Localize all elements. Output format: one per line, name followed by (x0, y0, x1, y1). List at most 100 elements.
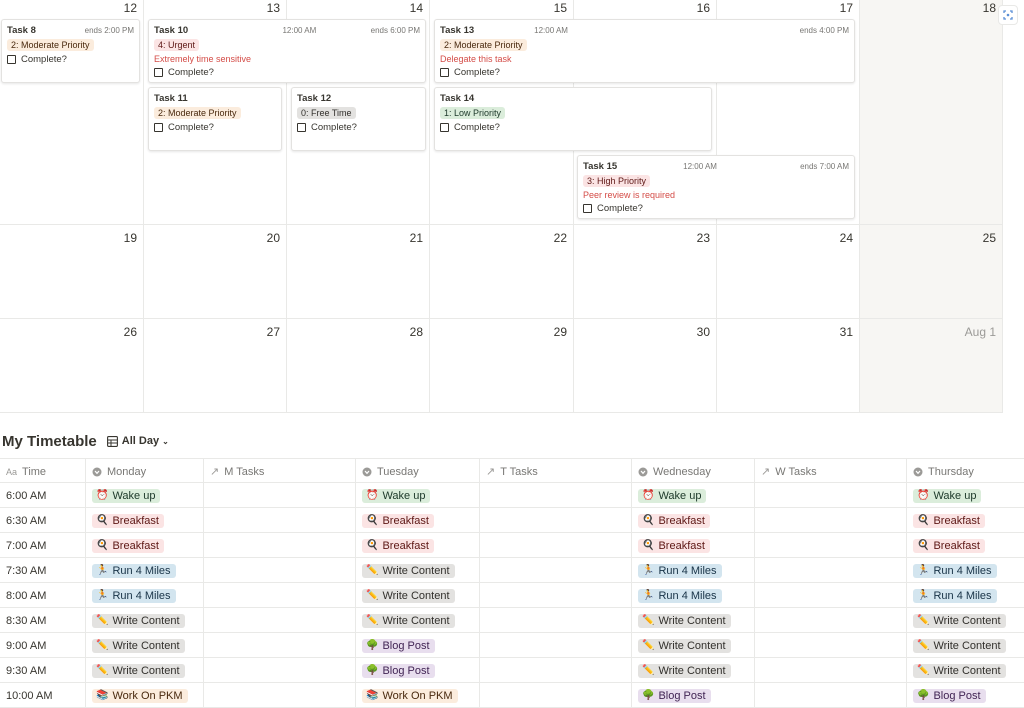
complete-checkbox[interactable] (297, 123, 306, 132)
ttask-cell[interactable] (480, 483, 632, 508)
wtask-cell[interactable] (755, 608, 907, 633)
time-cell[interactable]: 9:30 AM (0, 658, 86, 683)
wed-cell[interactable]: 🍳 Breakfast (632, 533, 755, 558)
tue-cell[interactable]: ✏️ Write Content (356, 558, 480, 583)
thu-cell[interactable]: ✏️ Write Content (907, 608, 1024, 633)
wtask-cell[interactable] (755, 583, 907, 608)
tue-cell[interactable]: ✏️ Write Content (356, 608, 480, 633)
wed-cell[interactable]: 🌳 Blog Post (632, 683, 755, 708)
tue-cell[interactable]: ⏰ Wake up (356, 483, 480, 508)
column-header-t-tasks[interactable]: ↗ T Tasks (480, 459, 632, 484)
table-row[interactable]: 8:30 AM ✏️ Write Content ✏️ Write Content ✏️ W… (0, 608, 1024, 633)
column-header-time[interactable]: Aa Time (0, 459, 86, 484)
mtask-cell[interactable] (204, 683, 356, 708)
complete-checkbox[interactable] (440, 68, 449, 77)
time-cell[interactable]: 6:00 AM (0, 483, 86, 508)
mon-cell[interactable]: ✏️ Write Content (86, 658, 204, 683)
day-cell-27[interactable]: 27 (144, 319, 287, 413)
tue-cell[interactable]: ✏️ Write Content (356, 583, 480, 608)
column-header-m-tasks[interactable]: ↗ M Tasks (204, 459, 356, 484)
ttask-cell[interactable] (480, 508, 632, 533)
day-cell-30[interactable]: 30 (574, 319, 717, 413)
mon-cell[interactable]: ✏️ Write Content (86, 633, 204, 658)
column-header-wednesday[interactable]: Wednesday (632, 459, 755, 484)
ttask-cell[interactable] (480, 683, 632, 708)
wtask-cell[interactable] (755, 508, 907, 533)
table-row[interactable]: 10:00 AM 📚 Work On PKM 📚 Work On PKM 🌳 Blog Po… (0, 683, 1024, 708)
mon-cell[interactable]: 🍳 Breakfast (86, 508, 204, 533)
table-row[interactable]: 8:00 AM 🏃 Run 4 Miles ✏️ Write Content 🏃 Run 4… (0, 583, 1024, 608)
task-card-10[interactable]: Task 10 12:00 AM ends 6:00 PM 4: Urgent Ex… (148, 19, 426, 83)
wtask-cell[interactable] (755, 533, 907, 558)
thu-cell[interactable]: 🌳 Blog Post (907, 683, 1024, 708)
mtask-cell[interactable] (204, 633, 356, 658)
task-card-8[interactable]: Task 8 ends 2:00 PM 2: Moderate Priority … (1, 19, 140, 83)
mon-cell[interactable]: 📚 Work On PKM (86, 683, 204, 708)
mon-cell[interactable]: ⏰ Wake up (86, 483, 204, 508)
tue-cell[interactable]: 🍳 Breakfast (356, 508, 480, 533)
mon-cell[interactable]: 🍳 Breakfast (86, 533, 204, 558)
mtask-cell[interactable] (204, 483, 356, 508)
ttask-cell[interactable] (480, 533, 632, 558)
tue-cell[interactable]: 🌳 Blog Post (356, 633, 480, 658)
complete-checkbox[interactable] (583, 204, 592, 213)
day-cell-22[interactable]: 22 (430, 225, 574, 319)
task-card-11[interactable]: Task 11 2: Moderate Priority Complete? (148, 87, 282, 151)
mon-cell[interactable]: 🏃 Run 4 Miles (86, 583, 204, 608)
thu-cell[interactable]: 🏃 Run 4 Miles (907, 583, 1024, 608)
table-row[interactable]: 6:00 AM ⏰ Wake up ⏰ Wake up ⏰ Wake up ⏰ Wake up (0, 483, 1024, 508)
day-cell-31[interactable]: 31 (717, 319, 860, 413)
thu-cell[interactable]: 🏃 Run 4 Miles (907, 558, 1024, 583)
wed-cell[interactable]: ⏰ Wake up (632, 483, 755, 508)
wed-cell[interactable]: ✏️ Write Content (632, 608, 755, 633)
ttask-cell[interactable] (480, 608, 632, 633)
table-row[interactable]: 7:30 AM 🏃 Run 4 Miles ✏️ Write Content 🏃 Run 4… (0, 558, 1024, 583)
open-side-peek-button[interactable] (998, 5, 1018, 25)
table-row[interactable]: 6:30 AM 🍳 Breakfast 🍳 Breakfast 🍳 Breakfast 🍳 Br… (0, 508, 1024, 533)
wed-cell[interactable]: 🍳 Breakfast (632, 508, 755, 533)
day-cell-26[interactable]: 26 (0, 319, 144, 413)
table-row[interactable]: 7:00 AM 🍳 Breakfast 🍳 Breakfast 🍳 Breakfast 🍳 Br… (0, 533, 1024, 558)
time-cell[interactable]: 6:30 AM (0, 508, 86, 533)
day-cell-19[interactable]: 19 (0, 225, 144, 319)
wtask-cell[interactable] (755, 483, 907, 508)
day-cell-25[interactable]: 25 (860, 225, 1003, 319)
mtask-cell[interactable] (204, 558, 356, 583)
tue-cell[interactable]: 🌳 Blog Post (356, 658, 480, 683)
thu-cell[interactable]: 🍳 Breakfast (907, 508, 1024, 533)
wtask-cell[interactable] (755, 633, 907, 658)
complete-checkbox[interactable] (154, 123, 163, 132)
wtask-cell[interactable] (755, 683, 907, 708)
wtask-cell[interactable] (755, 558, 907, 583)
day-cell-18[interactable]: 18 (860, 0, 1003, 225)
wtask-cell[interactable] (755, 658, 907, 683)
time-cell[interactable]: 7:00 AM (0, 533, 86, 558)
time-cell[interactable]: 10:00 AM (0, 683, 86, 708)
mtask-cell[interactable] (204, 658, 356, 683)
table-row[interactable]: 9:00 AM ✏️ Write Content 🌳 Blog Post ✏️ Write … (0, 633, 1024, 658)
task-card-12[interactable]: Task 12 0: Free Time Complete? (291, 87, 426, 151)
mon-cell[interactable]: 🏃 Run 4 Miles (86, 558, 204, 583)
task-card-14[interactable]: Task 14 1: Low Priority Complete? (434, 87, 712, 151)
thu-cell[interactable]: 🍳 Breakfast (907, 533, 1024, 558)
time-cell[interactable]: 9:00 AM (0, 633, 86, 658)
thu-cell[interactable]: ✏️ Write Content (907, 633, 1024, 658)
column-header-tuesday[interactable]: Tuesday (356, 459, 480, 484)
task-card-15[interactable]: Task 15 12:00 AM ends 7:00 AM 3: High Prio… (577, 155, 855, 219)
mtask-cell[interactable] (204, 533, 356, 558)
day-cell-28[interactable]: 28 (287, 319, 430, 413)
column-header-monday[interactable]: Monday (86, 459, 204, 484)
wed-cell[interactable]: 🏃 Run 4 Miles (632, 583, 755, 608)
mon-cell[interactable]: ✏️ Write Content (86, 608, 204, 633)
thu-cell[interactable]: ✏️ Write Content (907, 658, 1024, 683)
mtask-cell[interactable] (204, 583, 356, 608)
view-selector[interactable]: All Day ⌄ (106, 435, 169, 447)
thu-cell[interactable]: ⏰ Wake up (907, 483, 1024, 508)
column-header-w-tasks[interactable]: ↗ W Tasks (755, 459, 907, 484)
mtask-cell[interactable] (204, 508, 356, 533)
day-cell-29[interactable]: 29 (430, 319, 574, 413)
day-cell-21[interactable]: 21 (287, 225, 430, 319)
ttask-cell[interactable] (480, 633, 632, 658)
time-cell[interactable]: 7:30 AM (0, 558, 86, 583)
tue-cell[interactable]: 📚 Work On PKM (356, 683, 480, 708)
